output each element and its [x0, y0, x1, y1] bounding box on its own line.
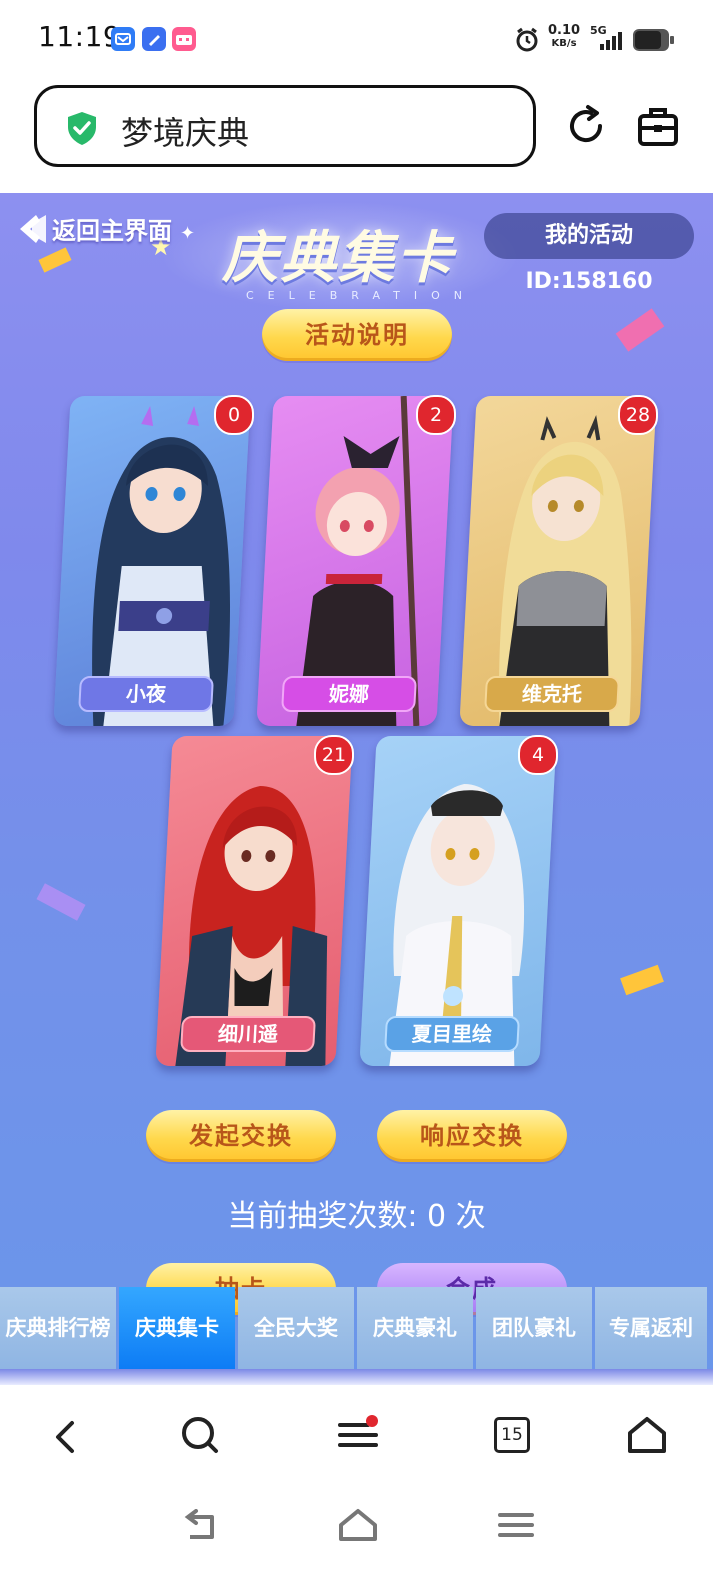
back-label: 返回主界面 — [52, 217, 172, 245]
card-name: 妮娜 — [281, 676, 417, 712]
logo-title: 庆典集卡 — [222, 225, 454, 291]
toolbox-icon[interactable] — [636, 104, 680, 152]
system-nav-bar — [0, 1485, 720, 1584]
net-speed: 0.10 KB/s — [548, 23, 581, 49]
initiate-exchange-button[interactable]: 发起交换 — [146, 1110, 336, 1162]
address-bar[interactable]: 梦境庆典 — [34, 85, 536, 167]
system-home-icon[interactable] — [337, 1507, 379, 1547]
tab-team-gifts[interactable]: 团队豪礼 — [476, 1287, 592, 1369]
confetti-decoration — [36, 883, 86, 921]
status-bar: 11:19 0.10 KB/s 5G — [0, 0, 720, 80]
card-count-badge: 28 — [618, 395, 658, 435]
card-count-badge: 21 — [314, 735, 354, 775]
game-page: ★ ✦ 返回主界面 庆典集卡 CELEBRATION 我的活动ID:158160… — [0, 193, 713, 1385]
search-icon[interactable] — [180, 1415, 220, 1459]
tab-exclusive-rebate[interactable]: 专属返利 — [595, 1287, 707, 1369]
card-victor[interactable]: 维克托 — [459, 396, 657, 726]
rules-button[interactable]: 活动说明 — [262, 309, 452, 361]
tabs-icon[interactable]: 15 — [494, 1417, 530, 1453]
card-hosokawa-haruka[interactable]: 细川遥 — [155, 736, 353, 1066]
game-tab-bar: 庆典排行榜 庆典集卡 全民大奖 庆典豪礼 团队豪礼 专属返利 — [0, 1287, 713, 1369]
card-natsume-rie[interactable]: 夏目里绘 — [359, 736, 557, 1066]
alarm-icon — [513, 26, 541, 58]
system-back-icon[interactable] — [180, 1509, 220, 1547]
tab-card-collection[interactable]: 庆典集卡 — [119, 1287, 235, 1369]
refresh-icon[interactable] — [564, 104, 608, 152]
card-xiaoye[interactable]: 小夜 — [53, 396, 251, 726]
tab-ranking[interactable]: 庆典排行榜 — [0, 1287, 116, 1369]
confetti-decoration — [620, 964, 664, 996]
card-count-badge: 0 — [214, 395, 254, 435]
tab-bar-shadow — [0, 1369, 713, 1385]
back-icon[interactable] — [48, 1417, 84, 1461]
card-nina[interactable]: 妮娜 — [256, 396, 454, 726]
logo-subtitle: CELEBRATION — [246, 289, 476, 302]
card-name: 小夜 — [78, 676, 214, 712]
system-recents-icon[interactable] — [496, 1511, 536, 1545]
bilibili-app-icon — [172, 27, 196, 51]
card-count-badge: 2 — [416, 395, 456, 435]
menu-icon[interactable] — [336, 1415, 380, 1459]
tab-celebration-gifts[interactable]: 庆典豪礼 — [357, 1287, 473, 1369]
activity-id-badge: 我的活动ID:158160 — [484, 213, 694, 294]
home-icon[interactable] — [626, 1415, 668, 1459]
shield-check-icon — [65, 110, 99, 150]
signal-icon — [596, 28, 628, 56]
card-name: 维克托 — [484, 676, 620, 712]
status-time: 11:19 — [38, 20, 122, 53]
note-app-icon — [142, 27, 166, 51]
back-to-main-button[interactable]: 返回主界面 — [18, 211, 172, 246]
tab-grand-prize[interactable]: 全民大奖 — [238, 1287, 354, 1369]
back-arrow-icon — [20, 214, 46, 243]
confetti-decoration — [38, 247, 72, 273]
card-name: 细川遥 — [180, 1016, 316, 1052]
draw-count-text: 当前抽奖次数: 0 次 — [227, 1199, 486, 1234]
confetti-decoration — [615, 308, 665, 352]
card-count-badge: 4 — [518, 735, 558, 775]
battery-icon — [632, 27, 676, 57]
browser-nav-bar: 15 — [0, 1385, 720, 1485]
card-name: 夏目里绘 — [384, 1016, 520, 1052]
respond-exchange-button[interactable]: 响应交换 — [377, 1110, 567, 1162]
mail-app-icon — [111, 27, 135, 51]
page-title: 梦境庆典 — [121, 114, 250, 152]
